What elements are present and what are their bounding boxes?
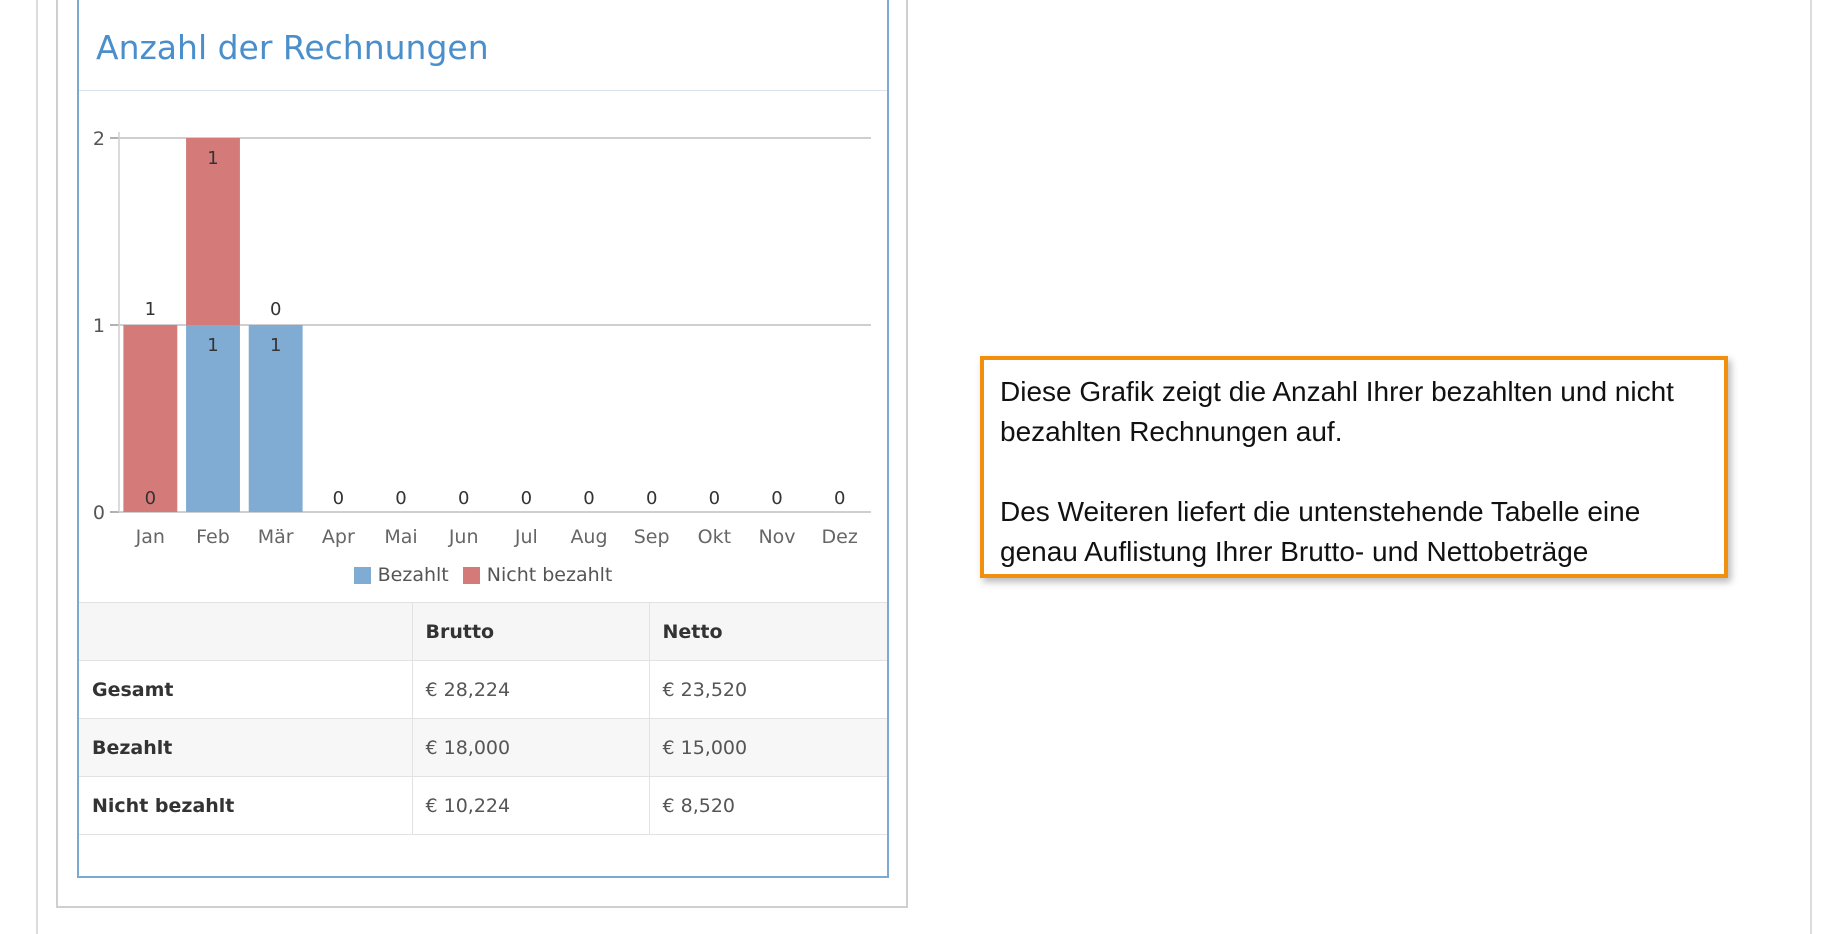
data-label-bezahlt: 0 — [333, 488, 344, 509]
legend-swatch — [462, 566, 480, 584]
legend-label: Bezahlt — [377, 564, 449, 586]
table-header-cell — [79, 602, 412, 661]
table-row: Nicht bezahlt € 10,224 € 8,520 — [79, 776, 887, 835]
table-cell: € 8,520 — [648, 776, 887, 835]
x-tick-label: Sep — [634, 526, 670, 548]
table-cell: € 23,520 — [648, 660, 887, 719]
panel-title: Anzahl der Rechnungen — [96, 28, 489, 67]
data-label-bezahlt: 1 — [270, 335, 281, 356]
table-header-row: Brutto Netto — [79, 602, 887, 661]
table-cell: € 15,000 — [648, 718, 887, 777]
y-tick-label: 0 — [93, 502, 105, 524]
table-row-label: Gesamt — [79, 660, 412, 719]
x-tick-label: Feb — [196, 526, 230, 548]
data-label-nicht-bezahlt: 1 — [145, 299, 156, 320]
y-tick-label: 1 — [93, 315, 105, 337]
data-label-bezahlt: 0 — [771, 488, 782, 509]
x-tick-label: Nov — [758, 526, 795, 548]
chart-legend: Bezahlt Nicht bezahlt — [79, 564, 887, 586]
x-tick-label: Mai — [384, 526, 417, 548]
data-label-bezahlt: 0 — [395, 488, 406, 509]
data-label-nicht-bezahlt: 1 — [207, 148, 218, 169]
info-callout: Diese Grafik zeigt die Anzahl Ihrer beza… — [980, 356, 1728, 578]
info-paragraph: Des Weiteren liefert die untenstehende T… — [1000, 496, 1641, 567]
table-header-cell: Brutto — [411, 602, 649, 661]
legend-swatch — [353, 566, 371, 584]
x-tick-label: Jun — [448, 526, 479, 548]
invoice-bar-chart: 0 1 2 0 1 Jan 1 1 Feb 1 0 Mär 0 Apr 0 Mai 0 Jun 0 Jul 0 Aug 0 S… — [93, 128, 871, 548]
x-tick-label: Okt — [698, 526, 731, 548]
invoice-count-panel: Anzahl der Rechnungen 0 1 2 0 1 Jan 1 1 Feb 1 0 Mär… — [77, 0, 889, 878]
data-label-bezahlt: 0 — [583, 488, 594, 509]
data-label-bezahlt: 0 — [145, 488, 156, 509]
table-row: Bezahlt € 18,000 € 15,000 — [79, 718, 887, 777]
data-label-bezahlt: 0 — [521, 488, 532, 509]
table-cell: € 28,224 — [411, 660, 649, 719]
table-cell: € 10,224 — [411, 776, 649, 835]
page-right-border — [1810, 0, 1812, 934]
amounts-table: Brutto Netto Gesamt € 28,224 € 23,520 Be… — [79, 602, 887, 835]
data-label-bezahlt: 1 — [207, 335, 218, 356]
data-label-bezahlt: 0 — [834, 488, 845, 509]
data-label-bezahlt: 0 — [458, 488, 469, 509]
legend-label: Nicht bezahlt — [486, 564, 613, 586]
panel-divider — [79, 90, 887, 91]
y-tick-label: 2 — [93, 128, 105, 150]
x-tick-label: Dez — [822, 526, 858, 548]
table-row: Gesamt € 28,224 € 23,520 — [79, 660, 887, 719]
legend-item: Bezahlt — [353, 564, 449, 586]
data-label-nicht-bezahlt: 0 — [270, 299, 281, 320]
table-header-cell: Netto — [648, 602, 887, 661]
x-tick-label: Jan — [135, 526, 165, 548]
data-label-bezahlt: 0 — [709, 488, 720, 509]
page-left-border — [36, 0, 38, 934]
table-row-label: Nicht bezahlt — [79, 776, 412, 835]
table-row-label: Bezahlt — [79, 718, 412, 777]
x-tick-label: Mär — [258, 526, 294, 548]
bar-nicht-bezahlt — [123, 325, 178, 512]
x-tick-label: Aug — [570, 526, 607, 548]
x-tick-label: Apr — [322, 526, 355, 548]
legend-item: Nicht bezahlt — [462, 564, 613, 586]
x-tick-label: Jul — [514, 526, 538, 548]
info-paragraph: Diese Grafik zeigt die Anzahl Ihrer beza… — [1000, 376, 1674, 447]
table-cell: € 18,000 — [411, 718, 649, 777]
data-label-bezahlt: 0 — [646, 488, 657, 509]
